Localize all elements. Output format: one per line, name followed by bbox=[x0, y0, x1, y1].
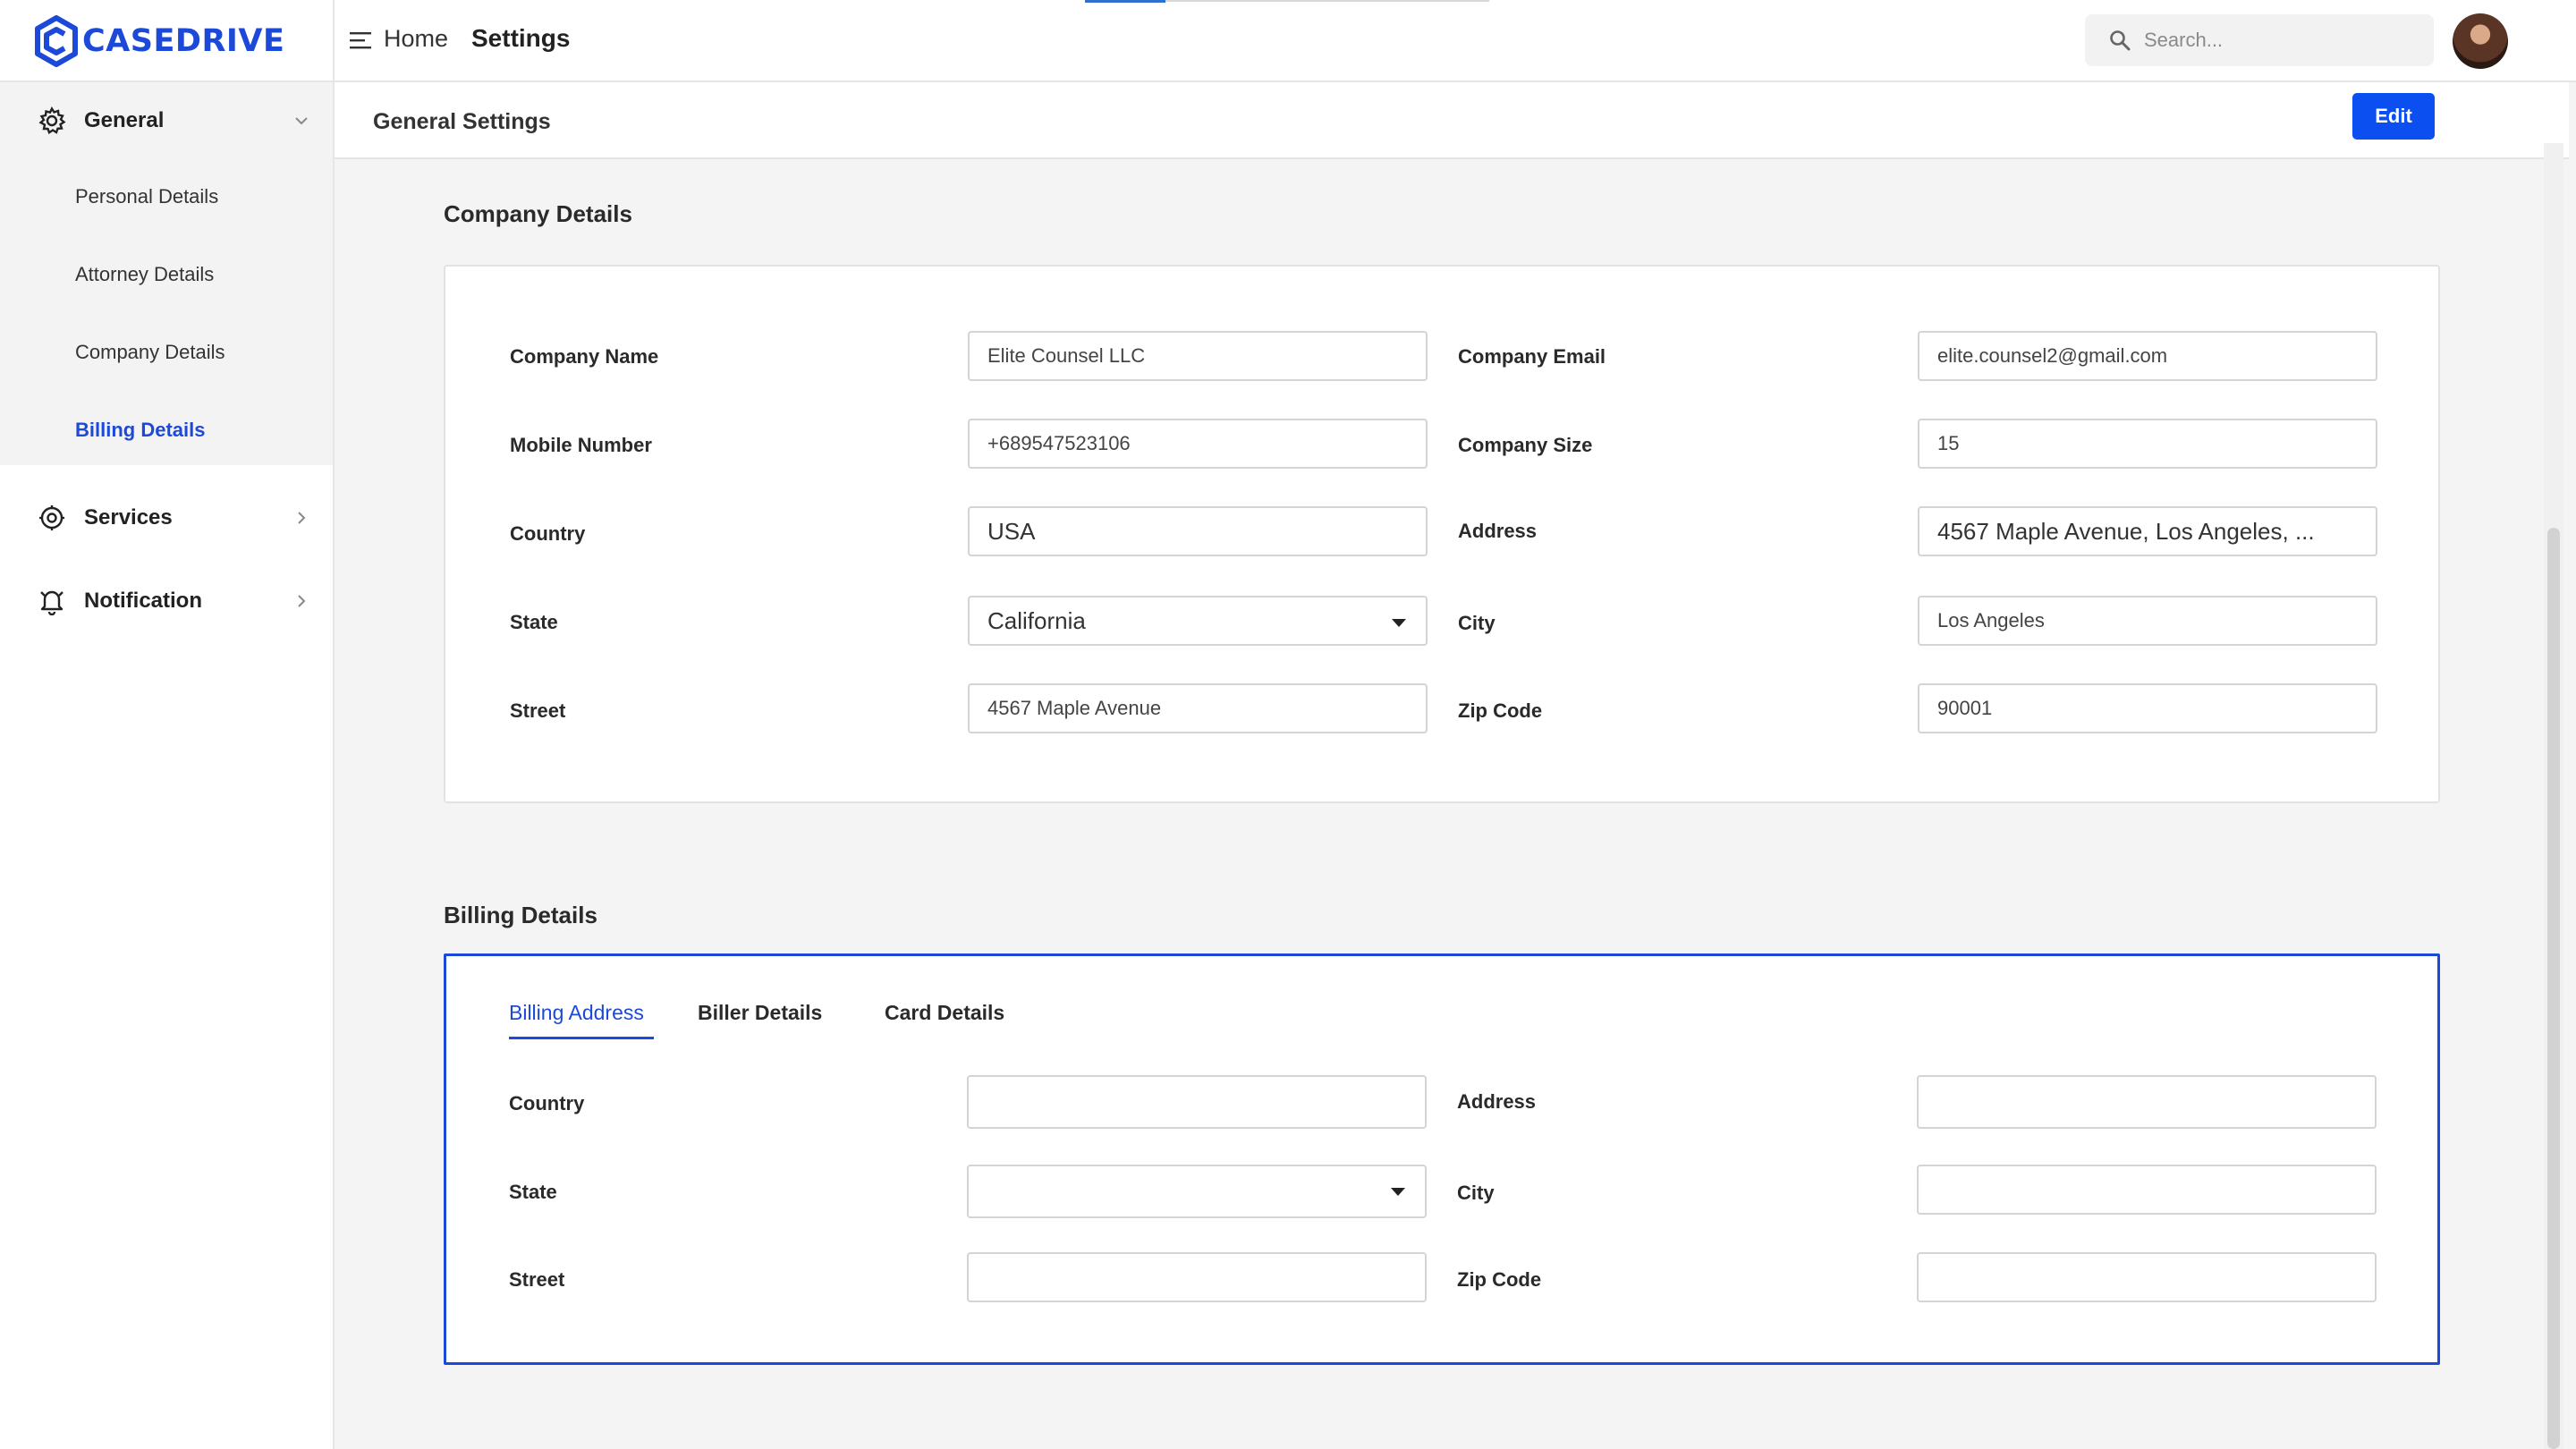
search-input[interactable] bbox=[2144, 14, 2412, 66]
sidebar-item-label: Services bbox=[84, 505, 173, 530]
loading-track bbox=[1165, 0, 1489, 2]
sidebar-item-billing-details[interactable]: Billing Details bbox=[75, 419, 205, 442]
billing-details-card: Billing Address Biller Details Card Deta… bbox=[444, 953, 2440, 1365]
zip-code-field[interactable]: 90001 bbox=[1918, 683, 2377, 733]
billing-street-field[interactable] bbox=[967, 1252, 1427, 1302]
street-label: Street bbox=[510, 699, 566, 722]
breadcrumb-current: Settings bbox=[471, 24, 571, 52]
sidebar-item-attorney-details[interactable]: Attorney Details bbox=[75, 263, 214, 286]
sidebar-item-services[interactable]: Services bbox=[0, 479, 333, 556]
company-name-label: Company Name bbox=[510, 345, 659, 368]
loading-indicator bbox=[1085, 0, 1165, 3]
billing-address-field[interactable] bbox=[1917, 1075, 2377, 1129]
hamburger-menu-icon[interactable] bbox=[349, 29, 372, 52]
billing-details-title: Billing Details bbox=[444, 902, 597, 928]
address-label: Address bbox=[1458, 520, 1538, 542]
search-box[interactable] bbox=[2085, 14, 2434, 66]
top-bar: CASEDRIVE Home Settings bbox=[0, 0, 2576, 82]
active-tab-indicator bbox=[509, 1037, 654, 1039]
settings-cog-icon bbox=[39, 505, 64, 530]
address-field[interactable]: 4567 Maple Avenue, Los Angeles, ... bbox=[1918, 506, 2377, 556]
company-details-card: Company Name Elite Counsel LLC Company E… bbox=[444, 265, 2440, 803]
page-title: General Settings bbox=[373, 109, 551, 134]
city-field[interactable]: Los Angeles bbox=[1918, 596, 2377, 646]
sidebar-item-personal-details[interactable]: Personal Details bbox=[75, 185, 218, 208]
billing-state-label: State bbox=[509, 1181, 557, 1203]
billing-zip-code-label: Zip Code bbox=[1457, 1268, 1542, 1291]
zip-code-label: Zip Code bbox=[1458, 699, 1543, 722]
avatar[interactable] bbox=[2453, 13, 2508, 69]
company-details-title: Company Details bbox=[444, 200, 632, 227]
sidebar-item-label: Notification bbox=[84, 589, 202, 613]
tab-card-details[interactable]: Card Details bbox=[885, 1001, 1004, 1025]
company-size-label: Company Size bbox=[1458, 434, 1593, 456]
brand-name: CASEDRIVE bbox=[82, 23, 285, 59]
billing-street-label: Street bbox=[509, 1268, 565, 1291]
sidebar-item-company-details[interactable]: Company Details bbox=[75, 341, 225, 364]
state-label: State bbox=[510, 611, 558, 633]
caret-down-icon bbox=[1391, 1188, 1405, 1196]
mobile-number-field[interactable]: +689547523106 bbox=[968, 419, 1428, 469]
brand[interactable]: CASEDRIVE bbox=[0, 0, 335, 82]
city-label: City bbox=[1458, 612, 1496, 634]
gear-icon bbox=[38, 106, 66, 135]
country-label: Country bbox=[510, 522, 586, 545]
mobile-number-label: Mobile Number bbox=[510, 434, 652, 456]
street-field[interactable]: 4567 Maple Avenue bbox=[968, 683, 1428, 733]
search-icon bbox=[2110, 30, 2131, 51]
chevron-down-icon[interactable] bbox=[293, 113, 309, 129]
sidebar: General Personal Details Attorney Detail… bbox=[0, 82, 335, 1449]
billing-state-select[interactable] bbox=[967, 1165, 1427, 1218]
sidebar-item-notification[interactable]: Notification bbox=[0, 563, 333, 640]
chevron-right-icon[interactable] bbox=[293, 593, 309, 609]
tab-biller-details[interactable]: Biller Details bbox=[698, 1001, 822, 1025]
billing-zip-code-field[interactable] bbox=[1917, 1252, 2377, 1302]
sidebar-item-general[interactable]: General bbox=[0, 82, 333, 159]
billing-country-label: Country bbox=[509, 1092, 585, 1114]
state-select[interactable]: California bbox=[968, 596, 1428, 646]
company-name-field[interactable]: Elite Counsel LLC bbox=[968, 331, 1428, 381]
company-email-label: Company Email bbox=[1458, 345, 1606, 368]
state-select-value: California bbox=[987, 606, 1086, 634]
scrollbar-thumb[interactable] bbox=[2547, 528, 2560, 1449]
edit-button[interactable]: Edit bbox=[2352, 93, 2435, 140]
nav-group-general: General Personal Details Attorney Detail… bbox=[0, 82, 333, 465]
company-size-field[interactable]: 15 bbox=[1918, 419, 2377, 469]
sidebar-item-label: General bbox=[84, 108, 165, 132]
tab-billing-address[interactable]: Billing Address bbox=[509, 1001, 644, 1025]
billing-city-label: City bbox=[1457, 1182, 1495, 1204]
country-field[interactable]: USA bbox=[968, 506, 1428, 556]
bell-icon bbox=[40, 590, 64, 615]
breadcrumb-home[interactable]: Home bbox=[384, 25, 448, 53]
chevron-right-icon[interactable] bbox=[293, 510, 309, 526]
billing-address-label: Address bbox=[1457, 1090, 1537, 1113]
page-header: General Settings Edit bbox=[335, 82, 2569, 159]
company-email-field[interactable]: elite.counsel2@gmail.com bbox=[1918, 331, 2377, 381]
casedrive-logo-icon bbox=[35, 15, 78, 67]
caret-down-icon bbox=[1392, 619, 1406, 627]
billing-city-field[interactable] bbox=[1917, 1165, 2377, 1215]
billing-country-field[interactable] bbox=[967, 1075, 1427, 1129]
